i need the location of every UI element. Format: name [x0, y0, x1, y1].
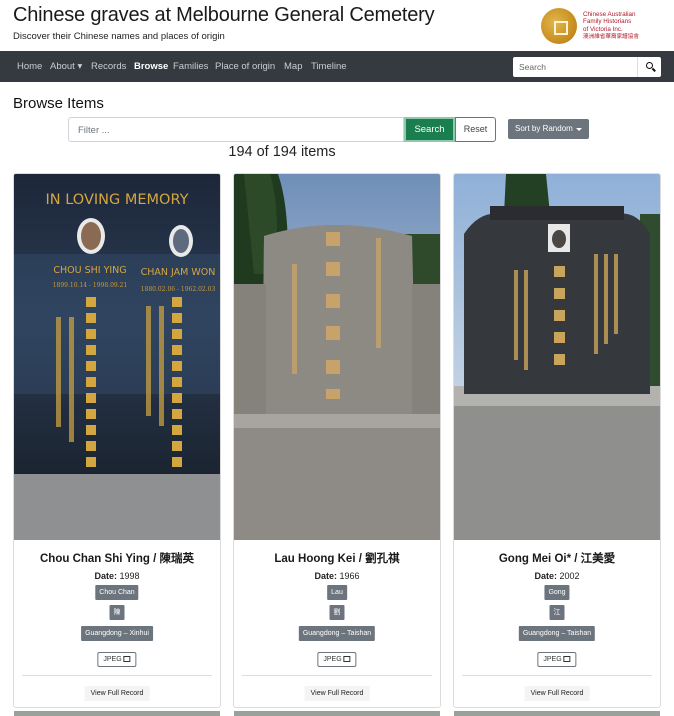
main-navbar: Home About ▾ Records Browse Families Pla… — [0, 51, 674, 82]
caret-down-icon — [576, 128, 582, 131]
card-title[interactable]: Gong Mei Oi* / 江美愛 — [454, 550, 660, 566]
svg-text:CHAN JAM WON: CHAN JAM WON — [141, 267, 216, 278]
card-title[interactable]: Chou Chan Shi Ying / 陳瑞英 — [14, 550, 220, 566]
svg-text:1899.10.14 - 1998.09.21: 1899.10.14 - 1998.09.21 — [53, 282, 128, 289]
view-full-record-button[interactable]: View Full Record — [524, 686, 590, 701]
jpeg-format-button[interactable]: JPEG — [317, 652, 357, 667]
banner-text: IN LOVING MEMORY — [46, 192, 189, 208]
origin-badge[interactable]: Guangdong – Xinhui — [81, 626, 153, 641]
family-badge[interactable]: Chou Chan — [95, 585, 139, 600]
nav-place-of-origin[interactable]: Place of origin — [215, 61, 275, 72]
svg-text:1880.02.06 - 1962.02.03: 1880.02.06 - 1962.02.03 — [141, 286, 216, 293]
view-full-record-button[interactable]: View Full Record — [84, 686, 150, 701]
record-card: Lau Hoong Kei / 劉孔祺 Date: 1966 Lau 劉 Gua… — [233, 173, 441, 708]
cafhv-logo[interactable]: Chinese Australian Family Historians of … — [541, 6, 663, 46]
site-title[interactable]: Chinese graves at Melbourne General Ceme… — [13, 4, 435, 27]
origin-badge[interactable]: Guangdong – Taishan — [518, 626, 596, 641]
grave-photo[interactable] — [234, 174, 440, 540]
logo-seal-icon — [541, 8, 577, 44]
item-count: 194 of 194 items — [228, 144, 336, 160]
image-icon — [123, 656, 131, 662]
grave-photo[interactable] — [454, 174, 660, 540]
nav-home[interactable]: Home — [17, 61, 42, 72]
nav-about[interactable]: About ▾ — [50, 61, 82, 72]
search-button[interactable]: Search — [404, 117, 455, 142]
card-divider — [242, 675, 432, 676]
svg-text:CHOU SHI YING: CHOU SHI YING — [53, 265, 126, 276]
view-full-record-button[interactable]: View Full Record — [304, 686, 370, 701]
nav-search-button[interactable] — [637, 57, 661, 77]
filter-input[interactable]: Filter ... — [68, 117, 404, 142]
card-date: Date: 1998 — [94, 571, 140, 581]
next-card-preview[interactable] — [14, 711, 220, 716]
headstone-illustration — [454, 174, 660, 540]
headstone-illustration — [234, 174, 440, 540]
nav-families[interactable]: Families — [173, 61, 208, 72]
image-icon — [343, 656, 351, 662]
chinese-surname-badge[interactable]: 江 — [549, 605, 565, 620]
chinese-surname-badge[interactable]: 陳 — [109, 605, 125, 620]
record-card: Gong Mei Oi* / 江美愛 Date: 2002 Gong 江 Gua… — [453, 173, 661, 708]
family-badge[interactable]: Lau — [327, 585, 347, 600]
card-date: Date: 1966 — [314, 571, 360, 581]
family-badge[interactable]: Gong — [544, 585, 570, 600]
next-card-preview[interactable] — [454, 711, 660, 716]
reset-button[interactable]: Reset — [455, 117, 496, 142]
card-divider — [22, 675, 212, 676]
card-divider — [462, 675, 652, 676]
headstone-illustration: IN LOVING MEMORY CHOU SHI YING CHAN JAM … — [14, 174, 220, 540]
card-date: Date: 2002 — [534, 571, 580, 581]
search-icon — [646, 62, 653, 69]
page-title: Browse Items — [13, 95, 104, 112]
site-subtitle: Discover their Chinese names and places … — [13, 31, 225, 42]
nav-records[interactable]: Records — [91, 61, 126, 72]
origin-badge[interactable]: Guangdong – Taishan — [298, 626, 376, 641]
card-title[interactable]: Lau Hoong Kei / 劉孔祺 — [234, 550, 440, 566]
next-card-preview[interactable] — [234, 711, 440, 716]
nav-browse[interactable]: Browse — [134, 61, 168, 72]
filter-placeholder: Filter ... — [78, 125, 110, 136]
image-icon — [563, 656, 571, 662]
jpeg-format-button[interactable]: JPEG — [97, 652, 137, 667]
nav-timeline[interactable]: Timeline — [311, 61, 347, 72]
sort-dropdown[interactable]: Sort by Random — [508, 119, 589, 139]
logo-text: Chinese Australian Family Historians of … — [583, 10, 639, 40]
jpeg-format-button[interactable]: JPEG — [537, 652, 577, 667]
nav-search-input[interactable]: Search — [513, 57, 661, 77]
grave-photo[interactable]: IN LOVING MEMORY CHOU SHI YING CHAN JAM … — [14, 174, 220, 540]
chinese-surname-badge[interactable]: 劉 — [329, 605, 345, 620]
site-header: Chinese graves at Melbourne General Ceme… — [0, 0, 674, 51]
nav-search-placeholder: Search — [519, 62, 546, 72]
record-card: IN LOVING MEMORY CHOU SHI YING CHAN JAM … — [13, 173, 221, 708]
nav-map[interactable]: Map — [284, 61, 302, 72]
